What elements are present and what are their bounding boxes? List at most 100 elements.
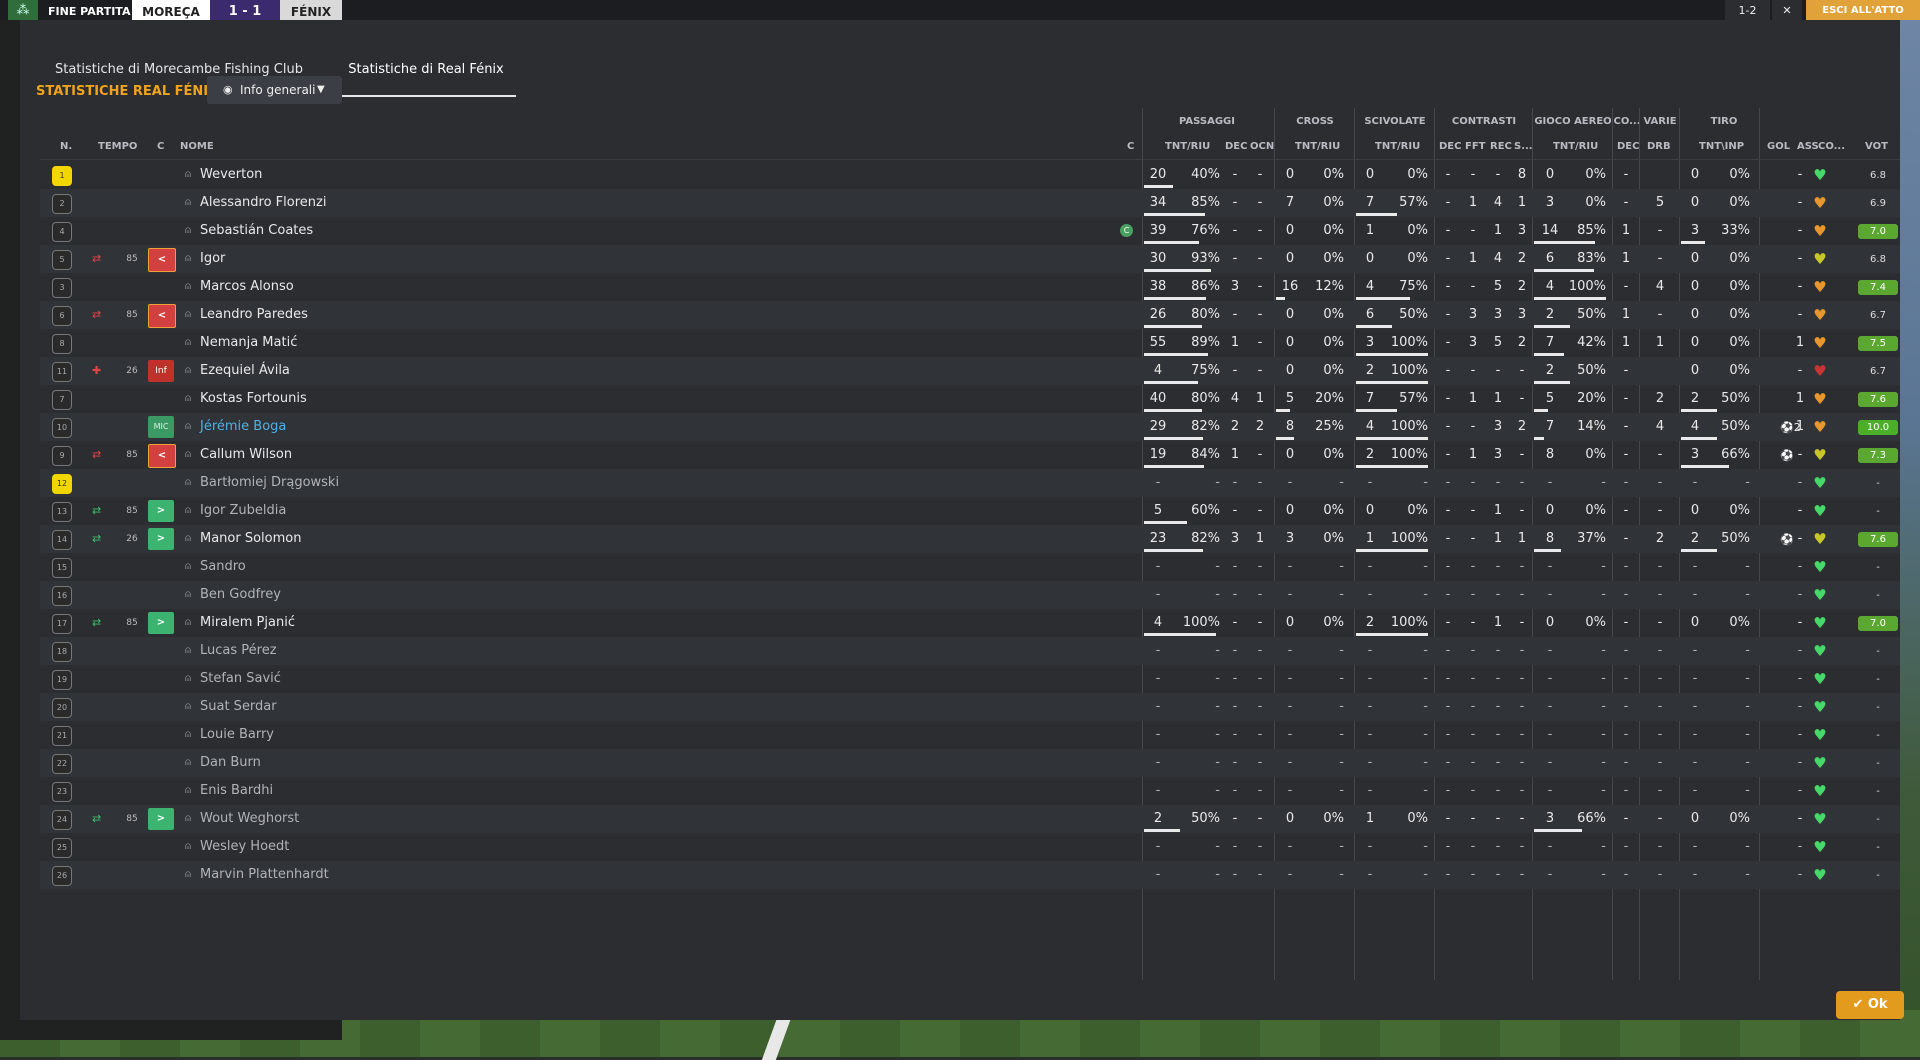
player-name[interactable]: Dan Burn bbox=[200, 749, 800, 777]
player-rating: 10.0 bbox=[1858, 420, 1898, 435]
table-row[interactable]: 24 ⇄ 85 > ⍝ Wout Weghorst 2 50% - -0 0% 1 0% - - - -3 66%… bbox=[40, 805, 1900, 833]
tab-real-fenix-stats[interactable]: Statistiche di Real Fénix bbox=[336, 45, 516, 97]
ok-button[interactable]: ✔ Ok bbox=[1836, 991, 1904, 1019]
status-badge[interactable]: < bbox=[148, 248, 176, 272]
pass-attempts: - bbox=[1155, 671, 1161, 686]
player-name[interactable]: Miralem Pjanić bbox=[200, 609, 800, 637]
table-row[interactable]: 2 ⍝ Alessandro Florenzi 34 85% - -7 0% 7 57% -1 4 1 3… bbox=[40, 189, 1900, 217]
col-time[interactable]: TEMPO bbox=[98, 136, 137, 158]
view-dropdown[interactable]: ◉ Info generali ▼ bbox=[207, 76, 342, 104]
away-team-label: FÉNIX bbox=[280, 0, 342, 20]
player-name[interactable]: Manor Solomon bbox=[200, 525, 800, 553]
col-pass-tnt[interactable]: TNT/RIU bbox=[1165, 136, 1210, 158]
player-name[interactable]: Enis Bardhi bbox=[200, 777, 800, 805]
table-row[interactable]: 7 ⍝ Kostas Fortounis 40 80% 4 1 5 20% 7 57% -1 1-5 20… bbox=[40, 385, 1900, 413]
col-co2[interactable]: CO... bbox=[1818, 136, 1845, 158]
player-name[interactable]: Bartłomiej Drągowski bbox=[200, 469, 800, 497]
player-name[interactable]: Marvin Plattenhardt bbox=[200, 861, 800, 889]
player-name[interactable]: Wesley Hoedt bbox=[200, 833, 800, 861]
col-co-dec[interactable]: DEC bbox=[1617, 136, 1639, 158]
col-name[interactable]: NOME bbox=[180, 136, 214, 158]
col-tiro-tnt[interactable]: TNT\INP bbox=[1699, 136, 1744, 158]
morale-heart-icon: ♥ bbox=[1813, 334, 1827, 352]
table-row[interactable]: 4 ⍝ Sebastián Coates C 39 76% - -0 0% 1 0% - -1 3 14 85… bbox=[40, 217, 1900, 245]
assists: - bbox=[1797, 363, 1803, 378]
status-badge[interactable]: Inf bbox=[148, 360, 174, 382]
topbar-close-button[interactable]: ✕ bbox=[1772, 0, 1802, 20]
player-name[interactable]: Igor Zubeldia bbox=[200, 497, 800, 525]
table-row[interactable]: 15 ⍝ Sandro - - - - - - - - - - - - - - - - - - - ♥ - bbox=[40, 553, 1900, 581]
table-row[interactable]: 9 ⇄ 85 < ⍝ Callum Wilson 19 84% 1-0 0% 2 100% -1 3-8 0… bbox=[40, 441, 1900, 469]
player-name[interactable]: Louie Barry bbox=[200, 721, 800, 749]
table-row[interactable]: 22 ⍝ Dan Burn - - - - - - - - - - - - - - - - - - - ♥ - bbox=[40, 749, 1900, 777]
col-con-s[interactable]: S... bbox=[1514, 136, 1533, 158]
pass-attempts: - bbox=[1155, 867, 1161, 882]
player-name[interactable]: Wout Weghorst bbox=[200, 805, 800, 833]
player-name[interactable]: Weverton bbox=[200, 161, 800, 189]
table-row[interactable]: 25 ⍝ Wesley Hoedt - - - - - - - - - - - - - - - - - - - ♥ - bbox=[40, 833, 1900, 861]
status-badge[interactable]: > bbox=[148, 808, 174, 830]
col-con-dec[interactable]: DEC bbox=[1439, 136, 1461, 158]
table-row[interactable]: 14 ⇄ 26 > ⍝ Manor Solomon 23 82% 3 1 3 0% 1 100% - -1 1 8… bbox=[40, 525, 1900, 553]
pass-accuracy: 50% bbox=[1191, 811, 1220, 826]
player-name[interactable]: Leandro Paredes bbox=[200, 301, 800, 329]
col-sciv-tnt[interactable]: TNT/RIU bbox=[1375, 136, 1420, 158]
player-name[interactable]: Alessandro Florenzi bbox=[200, 189, 800, 217]
col-number[interactable]: N. bbox=[60, 136, 72, 158]
col-ass[interactable]: ASS bbox=[1797, 136, 1819, 158]
table-row[interactable]: 8 ⍝ Nemanja Matić 55 89% 1-0 0% 3 100% -3 5 2 7 42% 1 1… bbox=[40, 329, 1900, 357]
table-row[interactable]: 19 ⍝ Stefan Savić - - - - - - - - - - - - - - - - - - - ♥ - bbox=[40, 665, 1900, 693]
status-badge[interactable]: MIC bbox=[148, 416, 174, 438]
table-row[interactable]: 23 ⍝ Enis Bardhi - - - - - - - - - - - - - - - - - - - ♥ - bbox=[40, 777, 1900, 805]
topbar-right-info[interactable]: 1-2 bbox=[1725, 0, 1770, 20]
status-badge[interactable]: > bbox=[148, 612, 174, 634]
player-name[interactable]: Ezequiel Ávila bbox=[200, 357, 800, 385]
col-vot[interactable]: VOT bbox=[1865, 136, 1888, 158]
table-row[interactable]: 21 ⍝ Louie Barry - - - - - - - - - - - - - - - - - - - ♥ - bbox=[40, 721, 1900, 749]
player-name[interactable]: Sebastián Coates bbox=[200, 217, 800, 245]
player-name[interactable]: Lucas Pérez bbox=[200, 637, 800, 665]
table-row[interactable]: 11 ✚ 26 Inf ⍝ Ezequiel Ávila 4 75% - -0 0% 2 100% - - -… bbox=[40, 357, 1900, 385]
table-row[interactable]: 20 ⍝ Suat Serdar - - - - - - - - - - - - - - - - - - - ♥ - bbox=[40, 693, 1900, 721]
table-row[interactable]: 5 ⇄ 85 < ⍝ Igor 30 93% - -0 0% 0 0% -1 4 2 6 83% 1-0 0% - ♥ 6.… bbox=[40, 245, 1900, 273]
col-con-rec[interactable]: REC bbox=[1490, 136, 1512, 158]
topbar-continue-button[interactable]: ESCI ALL'ATTO bbox=[1806, 0, 1920, 20]
table-row[interactable]: 13 ⇄ 85 > ⍝ Igor Zubeldia 5 60% - -0 0% 0 0% - -1-0 0% -… bbox=[40, 497, 1900, 525]
player-name[interactable]: Stefan Savić bbox=[200, 665, 800, 693]
tackle-attempts: - bbox=[1367, 783, 1373, 798]
col-captain[interactable]: C bbox=[1127, 136, 1134, 158]
player-name[interactable]: Suat Serdar bbox=[200, 693, 800, 721]
table-row[interactable]: 17 ⇄ 85 > ⍝ Miralem Pjanić 4 100% - -0 0% 2 100% - -1-… bbox=[40, 609, 1900, 637]
col-aer-tnt[interactable]: TNT/RIU bbox=[1553, 136, 1598, 158]
status-badge[interactable]: < bbox=[148, 304, 176, 328]
player-name[interactable]: Callum Wilson bbox=[200, 441, 800, 469]
player-name[interactable]: Nemanja Matić bbox=[200, 329, 800, 357]
col-cross-tnt[interactable]: TNT/RIU bbox=[1295, 136, 1340, 158]
player-rating: 6.7 bbox=[1870, 366, 1886, 377]
table-row[interactable]: 10 MIC ⍝ Jérémie Boga 29 82% 2 2 8 25% 4 100% - -3 2 7 1… bbox=[40, 413, 1900, 441]
col-gol[interactable]: GOL bbox=[1767, 136, 1790, 158]
table-row[interactable]: 16 ⍝ Ben Godfrey - - - - - - - - - - - - - - - - - - - ♥ - bbox=[40, 581, 1900, 609]
player-name[interactable]: Ben Godfrey bbox=[200, 581, 800, 609]
table-row[interactable]: 1 ⍝ Weverton 20 40% - -0 0% 0 0% - - -8 0 0% -0 0% - ♥ 6.8 bbox=[40, 161, 1900, 189]
player-name[interactable]: Kostas Fortounis bbox=[200, 385, 800, 413]
player-name[interactable]: Sandro bbox=[200, 553, 800, 581]
player-name[interactable]: Jérémie Boga bbox=[200, 413, 800, 441]
contrast-fft: - bbox=[1470, 223, 1476, 238]
status-badge[interactable]: > bbox=[148, 500, 174, 522]
table-row[interactable]: 26 ⍝ Marvin Plattenhardt - - - - - - - - - - - - - - - - - -… bbox=[40, 861, 1900, 889]
col-var-drb[interactable]: DRB bbox=[1647, 136, 1671, 158]
col-pass-ocn[interactable]: OCN bbox=[1250, 136, 1274, 158]
app-logo-icon[interactable]: ⁂ bbox=[8, 0, 38, 20]
table-row[interactable]: 6 ⇄ 85 < ⍝ Leandro Paredes 26 80% - -0 0% 6 50% -3 3 3 2… bbox=[40, 301, 1900, 329]
col-c[interactable]: C bbox=[157, 136, 164, 158]
status-badge[interactable]: > bbox=[148, 528, 174, 550]
table-row[interactable]: 18 ⍝ Lucas Pérez - - - - - - - - - - - - - - - - - - - ♥ - bbox=[40, 637, 1900, 665]
col-pass-dec[interactable]: DEC bbox=[1225, 136, 1247, 158]
player-name[interactable]: Marcos Alonso bbox=[200, 273, 800, 301]
table-row[interactable]: 12 ⍝ Bartłomiej Drągowski - - - - - - - - - - - - - - - - -… bbox=[40, 469, 1900, 497]
table-row[interactable]: 3 ⍝ Marcos Alonso 38 86% 3-16 12% 4 75% - -5 2 4 100%… bbox=[40, 273, 1900, 301]
status-badge[interactable]: < bbox=[148, 444, 176, 468]
col-con-fft[interactable]: FFT bbox=[1465, 136, 1485, 158]
player-name[interactable]: Igor bbox=[200, 245, 800, 273]
